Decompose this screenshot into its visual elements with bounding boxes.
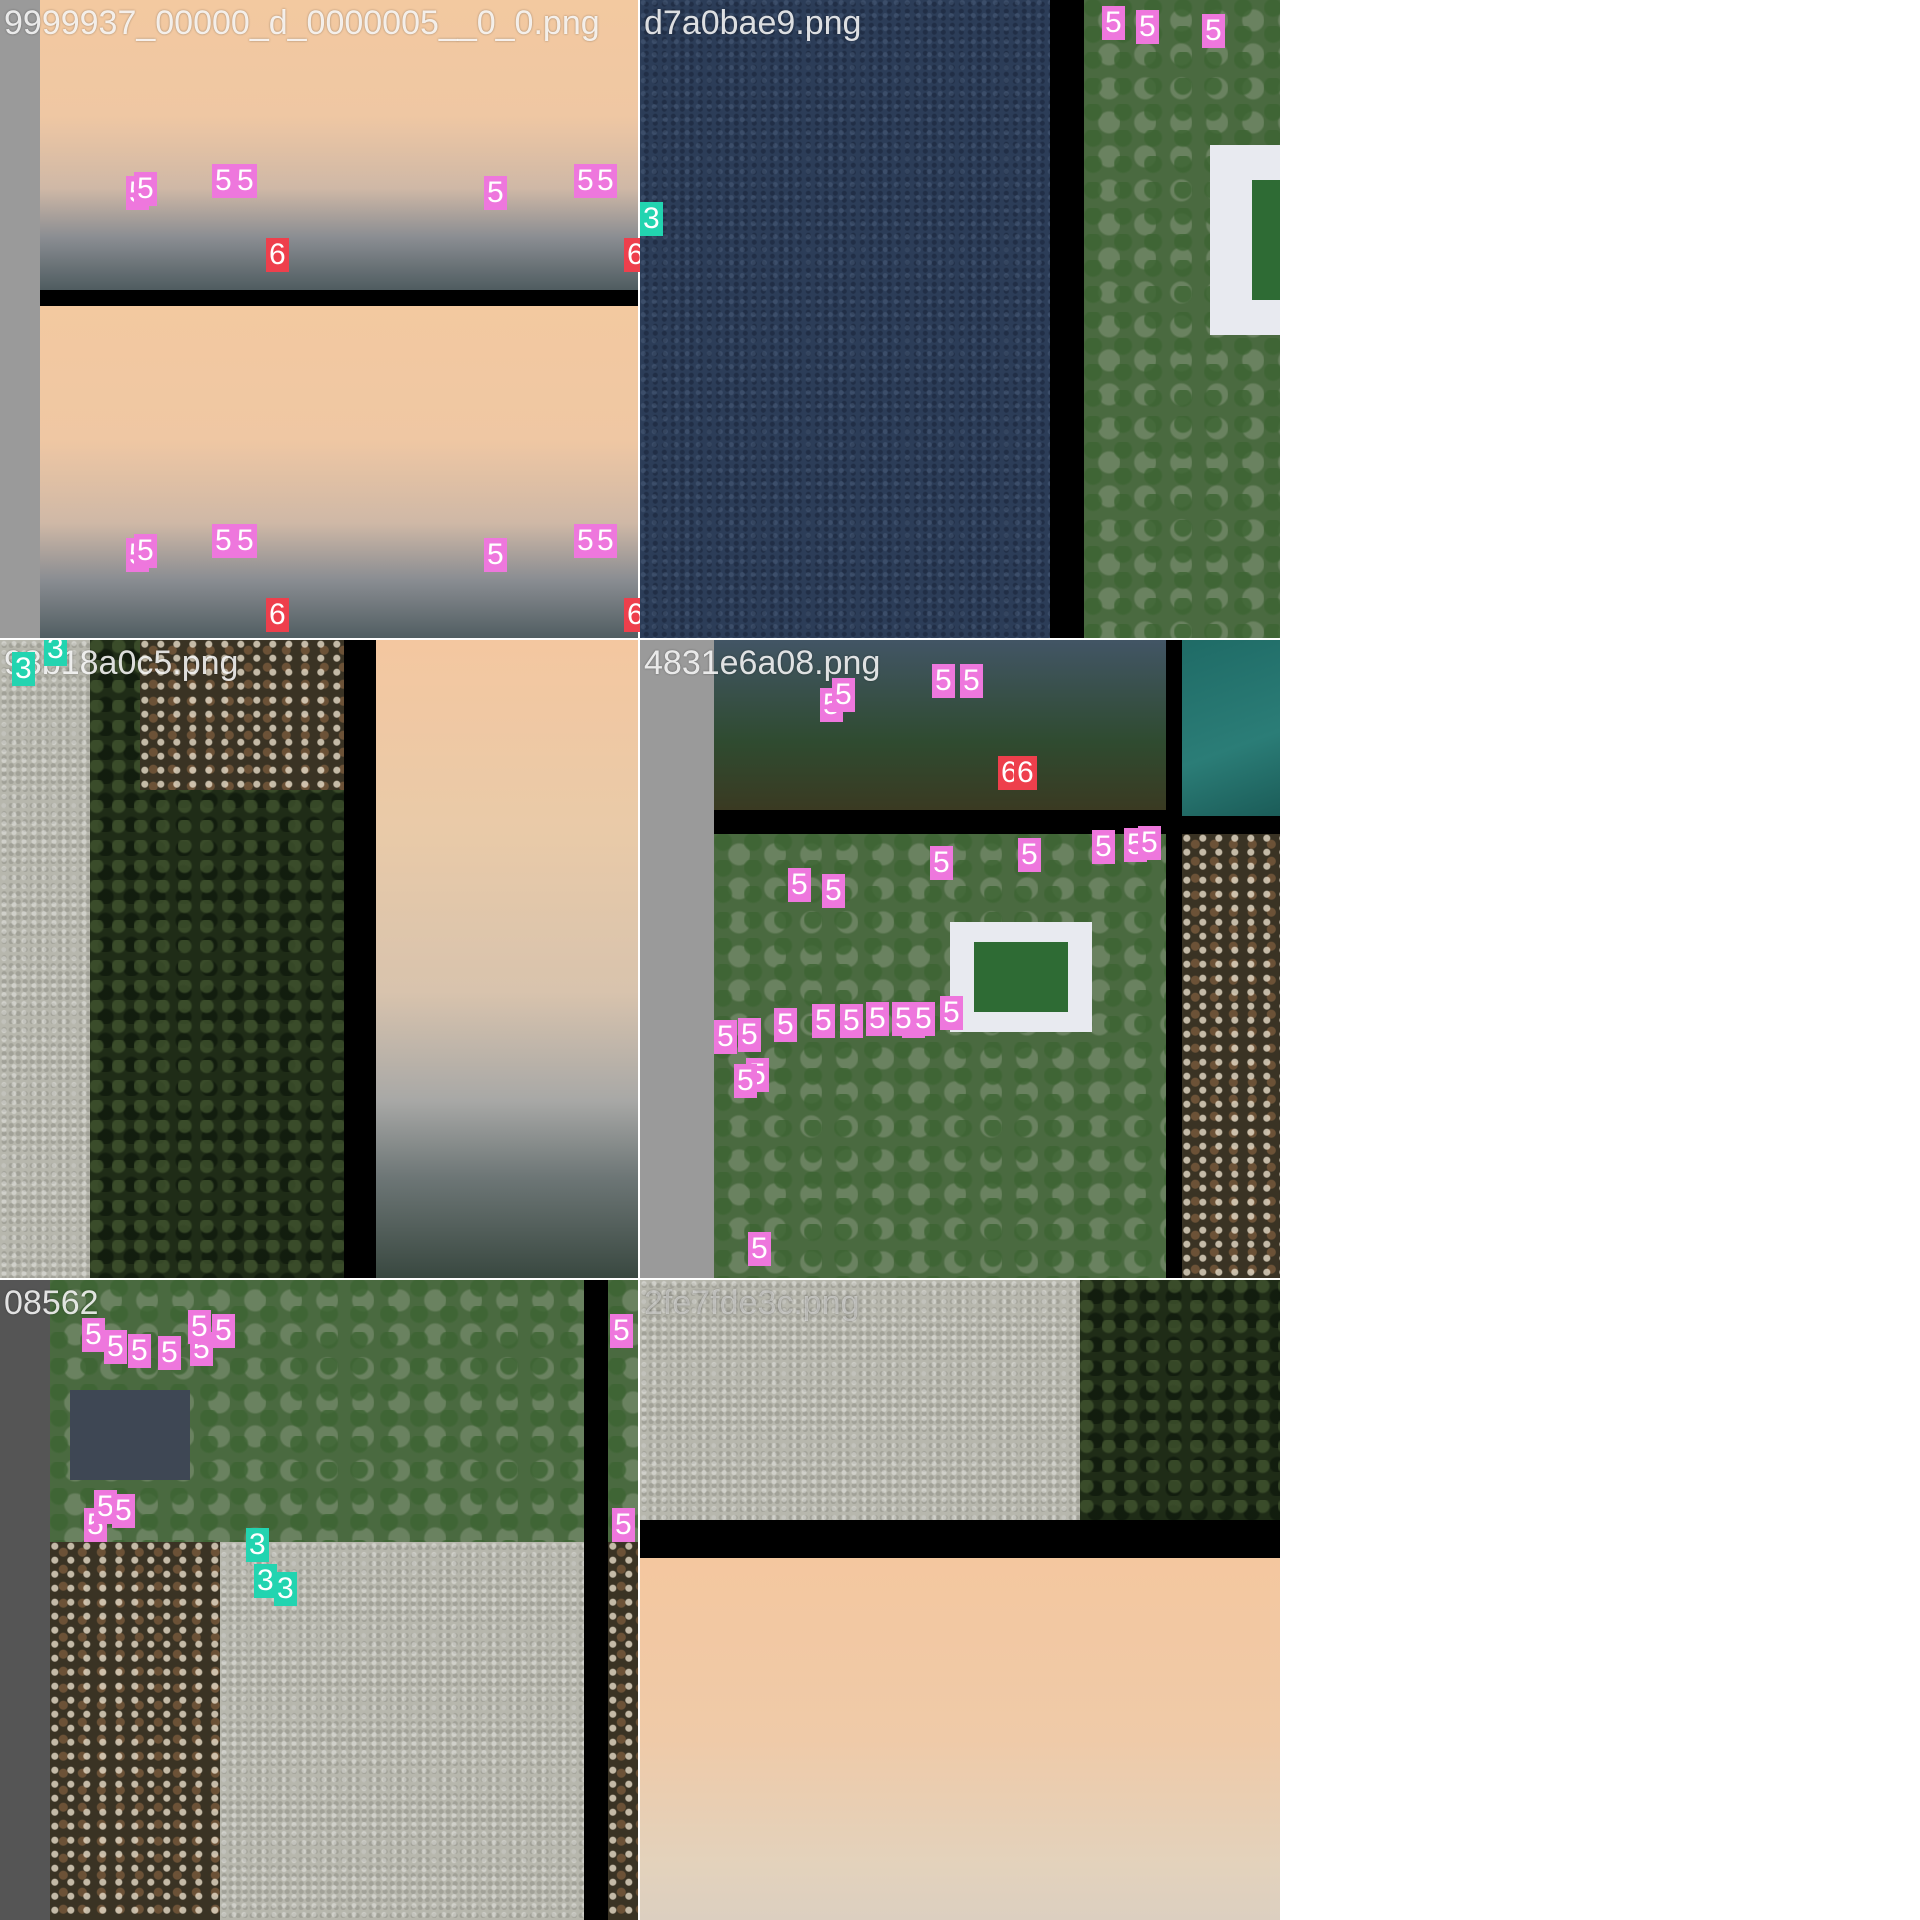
stadium-pitch — [974, 942, 1068, 1012]
padding-black — [40, 290, 640, 306]
label-5: 5 — [234, 164, 257, 198]
padding-gray — [640, 640, 714, 1280]
label-5: 5 — [932, 664, 955, 698]
label-5: 5 — [940, 996, 963, 1030]
mosaic-grid: 9999937_00000_d_0000005__0_0.png 5 5 5 5… — [0, 0, 1282, 1920]
tile-4: 08562 5 5 5 5 5 5 5 5 5 5 5 5 3 3 3 — [0, 1278, 642, 1920]
label-5: 5 — [812, 1004, 835, 1038]
padding-gray — [0, 0, 40, 640]
label-5: 5 — [594, 164, 617, 198]
label-5: 5 — [1018, 838, 1041, 872]
label-5: 5 — [1102, 6, 1125, 40]
tile-0: 9999937_00000_d_0000005__0_0.png 5 5 5 5… — [0, 0, 642, 642]
label-5: 5 — [930, 846, 953, 880]
label-6: 6 — [266, 598, 289, 632]
tile-2: 93b18a0c5.png 3 3 — [0, 638, 642, 1282]
label-5: 5 — [912, 1002, 935, 1036]
label-5: 5 — [1138, 826, 1161, 860]
scene-deep-water — [640, 0, 1050, 640]
label-5: 5 — [832, 678, 855, 712]
label-5: 5 — [134, 172, 157, 206]
tile-5: 2fe7fde3c.png — [638, 1278, 1282, 1920]
tile-filename: 93b18a0c5.png — [4, 644, 239, 682]
label-3: 3 — [246, 1528, 269, 1562]
tile-filename: 9999937_00000_d_0000005__0_0.png — [4, 4, 600, 42]
label-5: 5 — [484, 176, 507, 210]
label-3: 3 — [44, 640, 67, 666]
label-5: 5 — [112, 1494, 135, 1528]
scene-sky-city — [40, 0, 400, 290]
label-5: 5 — [188, 1310, 211, 1344]
scene-sky-city — [376, 640, 640, 1280]
label-5: 5 — [234, 524, 257, 558]
label-5: 5 — [866, 1002, 889, 1036]
padding-black — [344, 640, 376, 1280]
padding-black — [1050, 0, 1084, 640]
tile-filename: d7a0bae9.png — [644, 4, 862, 42]
label-5: 5 — [104, 1330, 127, 1364]
label-3: 3 — [640, 202, 663, 236]
label-5: 5 — [1092, 830, 1115, 864]
label-5: 5 — [82, 1318, 105, 1352]
label-5: 5 — [960, 664, 983, 698]
label-5: 5 — [134, 534, 157, 568]
scene-village — [1182, 834, 1280, 1280]
label-5: 5 — [128, 1334, 151, 1368]
label-5: 5 — [822, 874, 845, 908]
padding-black — [640, 1520, 1280, 1558]
label-3: 3 — [274, 1572, 297, 1606]
scene-village — [608, 1542, 640, 1920]
building-roof — [70, 1390, 190, 1480]
label-5: 5 — [840, 1004, 863, 1038]
scene-stadium-park — [714, 834, 1166, 1280]
label-6: 6 — [624, 598, 640, 632]
label-5: 5 — [484, 538, 507, 572]
padding-darkgray — [0, 1280, 50, 1920]
scene-sky-city — [400, 0, 640, 290]
scene-sky-city — [40, 306, 400, 640]
scene-teal-water — [1182, 640, 1280, 816]
label-5: 5 — [1202, 14, 1225, 48]
label-5: 5 — [212, 524, 235, 558]
label-6: 6 — [266, 238, 289, 272]
padding-black — [1166, 640, 1182, 1280]
stadium-pitch — [1252, 180, 1280, 300]
tile-1: d7a0bae9.png 3 5 5 5 — [638, 0, 1282, 642]
label-5: 5 — [748, 1232, 771, 1266]
tile-filename: 2fe7fde3c.png — [644, 1284, 860, 1322]
scene-sky — [640, 1558, 1280, 1920]
label-5: 5 — [212, 1314, 235, 1348]
label-5: 5 — [734, 1064, 757, 1098]
scene-sky-city — [400, 306, 640, 640]
label-5: 5 — [1136, 10, 1159, 44]
label-5: 5 — [610, 1314, 633, 1348]
label-6: 6 — [624, 238, 640, 272]
scene-pale-water — [0, 640, 90, 1280]
scene-forest — [1080, 1280, 1280, 1520]
label-5: 5 — [612, 1508, 635, 1542]
label-5: 5 — [738, 1018, 761, 1052]
label-5: 5 — [788, 868, 811, 902]
tile-3: 4831e6a08.png 5 5 5 5 6 6 5 5 5 5 5 5 5 … — [638, 638, 1282, 1282]
label-5: 5 — [158, 1336, 181, 1370]
label-5: 5 — [774, 1008, 797, 1042]
label-5: 5 — [212, 164, 235, 198]
label-5: 5 — [714, 1020, 737, 1054]
label-6: 6 — [1014, 756, 1037, 790]
label-3: 3 — [12, 652, 35, 686]
label-5: 5 — [594, 524, 617, 558]
scene-village — [50, 1542, 220, 1920]
padding-black — [584, 1280, 608, 1920]
